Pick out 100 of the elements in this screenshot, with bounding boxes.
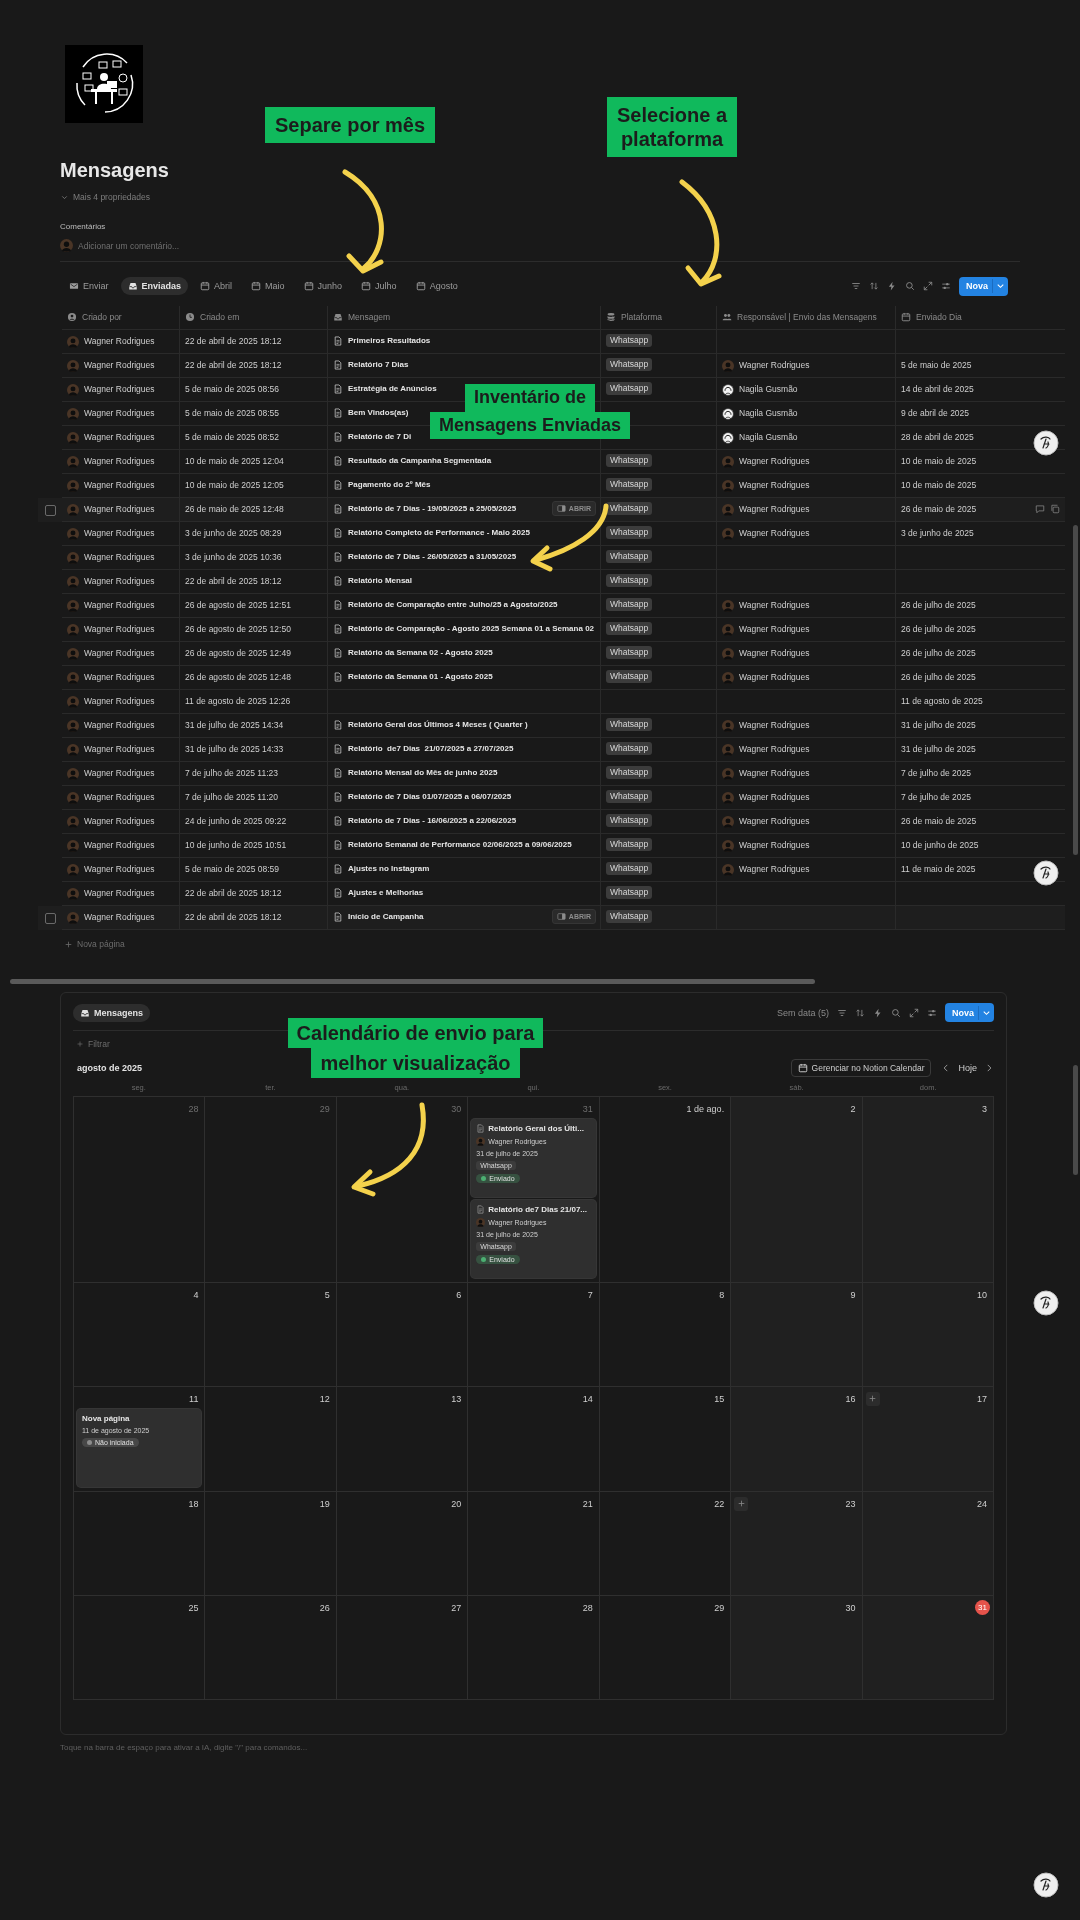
page-link[interactable]: Início de Campanha [348,911,424,923]
view-tab[interactable]: Enviar [62,277,116,295]
date-text: 10 de maio de 2025 [901,480,977,492]
avatar-icon [67,696,79,708]
assistant-icon[interactable] [1033,430,1059,456]
properties-toggle[interactable]: Mais 4 propriedades [73,192,150,202]
author-name: Wagner Rodrigues [84,624,155,636]
page-link[interactable]: Relatório de 7 Di [348,431,412,443]
page-icon [333,336,343,346]
page-link[interactable]: Relatório de 7 Dias 01/07/2025 a 06/07/2025 [348,791,512,803]
assistant-icon[interactable] [1033,1290,1059,1316]
callout-label: melhor visualização [311,1048,520,1078]
page-link[interactable]: Pagamento do 2º Mês [348,479,431,491]
comment-icon[interactable] [1035,504,1045,514]
page-link[interactable]: Relatório da Semana 01 - Agosto 2025 [348,671,493,683]
scrollbar[interactable] [1073,1065,1078,1175]
plus-icon [76,1040,84,1048]
view-tab[interactable]: Julho [354,277,404,295]
view-tab[interactable]: Junho [296,277,350,295]
page-link[interactable]: Relatório da Semana 02 - Agosto 2025 [348,647,493,659]
day-number: 13 [451,1393,463,1404]
column-header[interactable]: Enviado Dia [916,312,962,324]
avatar-icon [67,624,79,636]
column-header[interactable]: Responsável | Envio das Mensagens [737,312,877,324]
chevron-right-icon[interactable] [984,1063,994,1073]
view-tab[interactable]: Mensagens [73,1003,151,1022]
sort-icon[interactable] [855,1007,865,1018]
comment-field[interactable]: Adicionar um comentário... [78,240,180,251]
search-icon[interactable] [905,281,915,291]
lightning-icon[interactable] [887,281,897,291]
row-checkbox[interactable] [44,504,56,516]
page-link[interactable]: Relatório de 7 Dias - 26/05/2025 a 31/05/2025 [348,551,517,563]
row-checkbox[interactable] [44,912,56,924]
day-number: 28 [582,1602,594,1613]
add-button[interactable] [865,1391,880,1406]
page-link[interactable]: Resultado da Campanha Segmentada [348,455,492,467]
day-number: 15 [714,1393,726,1404]
date-text: 3 de junho de 2025 08:29 [185,528,282,540]
day-number: 31 [975,1600,990,1615]
filter-icon[interactable] [851,281,861,291]
plus-icon[interactable] [64,939,73,949]
column-header[interactable]: Mensagem [348,312,391,324]
date-text: 24 de junho de 2025 09:22 [185,816,287,828]
scrollbar[interactable] [10,979,815,984]
day-number: 3 [982,1103,988,1114]
platform-tag: Whatsapp [606,526,653,540]
date-text: 22 de abril de 2025 18:12 [185,360,282,372]
day-number: 24 [977,1498,988,1509]
column-header[interactable]: Criado por [82,312,122,324]
page-link[interactable]: Relatório de 7 Dias - 16/06/2025 a 22/06/2025 [348,815,517,827]
column-header[interactable]: Plataforma [621,312,663,324]
page-link[interactable]: Ajustes e Melhorias [348,887,424,899]
page-link[interactable]: Relatório Completo de Performance - Maio 2025 [348,527,530,539]
platform-tag: Whatsapp [606,646,653,660]
page-icon [333,840,343,850]
add-button[interactable] [734,1496,749,1511]
page-link[interactable]: Primeiros Resultados [348,335,431,347]
today-button[interactable]: Hoje [955,1063,980,1073]
view-tab[interactable]: Abril [193,277,240,295]
avatar-icon [67,672,79,684]
page-link[interactable]: Relatório de7 Dias 21/07/2025 a 27/07/2025 [348,743,514,755]
page-link[interactable]: Ajustes no Instagram [348,863,430,875]
settings-icon[interactable] [941,281,951,291]
author-name: Wagner Rodrigues [84,840,155,852]
sort-icon[interactable] [869,281,879,291]
page-link[interactable]: Relatório de 7 Dias - 19/05/2025 a 25/05/2025 [348,503,517,515]
page-link[interactable]: Relatório 7 Dias [348,359,409,371]
avatar-icon [67,360,79,372]
lightning-icon[interactable] [873,1007,883,1018]
scrollbar[interactable] [1073,525,1078,855]
page-link[interactable]: Relatório Semanal de Performance 02/06/2025 a 09/06/2025 [348,839,572,851]
author-name: Wagner Rodrigues [84,576,155,588]
avatar-icon [67,888,79,900]
new-button[interactable]: Nova [959,276,1008,296]
page-link[interactable]: Bem Vindos(as) [348,407,409,419]
no-date-link[interactable]: Sem data (5) [776,1007,829,1018]
copy-icon[interactable] [1050,504,1060,514]
calendar-icon [901,312,911,322]
page-link[interactable]: Relatório de Comparação entre Julho/25 a Agosto/2025 [348,599,558,611]
search-icon[interactable] [891,1007,901,1018]
author-name: Wagner Rodrigues [84,360,155,372]
page-link[interactable]: Relatório de Comparação - Agosto 2025 Semana 01 a Semana 02 [348,623,595,635]
column-header[interactable]: Criado em [200,312,240,324]
assistant-icon[interactable] [1033,1872,1059,1898]
new-button[interactable]: Nova [945,1003,994,1022]
assistant-icon[interactable] [1033,860,1059,886]
expand-icon[interactable] [909,1007,919,1018]
view-tab[interactable]: Maio [244,277,292,295]
view-tab[interactable]: Enviadas [120,277,189,295]
author-name: Wagner Rodrigues [84,408,155,420]
manage-button[interactable]: Gerenciar no Notion Calendar [790,1059,932,1077]
page-link[interactable]: Relatório Geral dos Últimos 4 Meses ( Quarter ) [348,719,528,731]
settings-icon[interactable] [927,1007,937,1018]
page-link[interactable]: Relatório Mensal [348,575,412,587]
filter-icon[interactable] [837,1007,847,1018]
caret-icon [992,279,1006,293]
page-link[interactable]: Relatório Mensal do Mês de junho 2025 [348,767,498,779]
expand-icon[interactable] [923,281,933,291]
view-tab[interactable]: Agosto [408,277,465,295]
page-link[interactable]: Estratégia de Anúncios [348,383,437,395]
